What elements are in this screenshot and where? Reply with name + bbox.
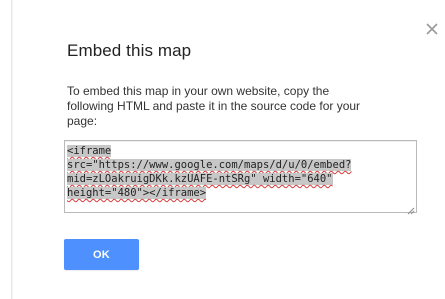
left-divider-shade: [12, 0, 14, 299]
close-icon-glyph: [426, 23, 438, 35]
dialog-description: To embed this map in your own website, c…: [67, 84, 361, 128]
embed-code-textarea[interactable]: <iframe src="https://www.google.com/maps…: [64, 140, 417, 215]
embed-code-line: src="https://www.google.com/maps/d/u/0/e…: [67, 159, 352, 171]
embed-map-page: Embed this map To embed this map in your…: [0, 0, 445, 299]
close-icon[interactable]: [425, 22, 439, 36]
ok-button[interactable]: OK: [64, 239, 139, 270]
dialog-title: Embed this map: [67, 41, 192, 60]
embed-code-line: height="480"></iframe>: [67, 187, 207, 199]
resize-grip-icon[interactable]: [406, 202, 415, 215]
embed-code-line: <iframe: [67, 145, 112, 157]
embed-code-text[interactable]: <iframe src="https://www.google.com/maps…: [67, 144, 412, 200]
embed-code-line: mid=zLOakruigDKk.kzUAFE-ntSRg" width="64…: [67, 173, 333, 185]
resize-grip-glyph: [407, 207, 415, 215]
